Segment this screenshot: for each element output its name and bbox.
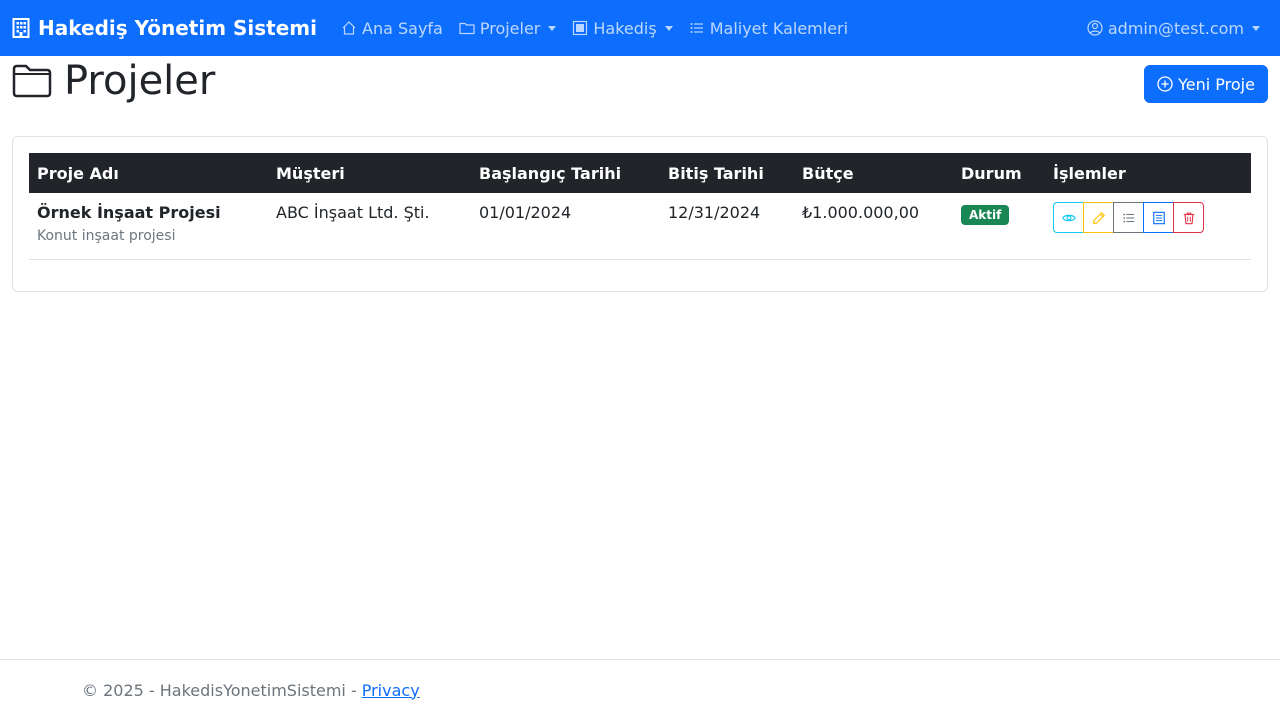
header-start-date: Başlangıç Tarihi [479,163,622,183]
cell-actions [1045,193,1251,259]
chevron-down-icon [548,25,557,31]
chevron-down-icon [1252,25,1260,31]
nav-cost-items-label: Maliyet Kalemleri [709,18,849,38]
project-description: Konut inşaat projesi [37,228,176,244]
nav-hakedis[interactable]: Hakediş [564,0,680,56]
project-name: Örnek İnşaat Projesi [37,203,221,222]
plus-circle-icon [1157,76,1173,92]
receipt-icon [573,20,588,36]
cell-customer: ABC İnşaat Ltd. Şti. [276,203,430,222]
nav-cost-items[interactable]: Maliyet Kalemleri [681,0,856,56]
header-end-date: Bitiş Tarihi [668,163,764,183]
chevron-down-icon [664,25,673,31]
header-customer: Müşteri [276,163,345,183]
navbar: Hakediş Yönetim Sistemi Ana Sayfa Projel… [0,0,1280,56]
header-budget: Bütçe [802,163,854,183]
header-project-name: Proje Adı [37,163,119,183]
view-button[interactable] [1053,202,1084,233]
list-icon [690,23,703,33]
cost-items-button[interactable] [1113,202,1144,233]
house-icon [342,21,356,35]
projects-table: Proje Adı Müşteri Başlangıç Tarihi Bitiş… [29,153,1251,260]
brand-link[interactable]: Hakediş Yönetim Sistemi [12,16,317,40]
projects-card: Proje Adı Müşteri Başlangıç Tarihi Bitiş… [12,136,1268,292]
header-status: Durum [961,163,1022,183]
list-icon [1122,213,1134,222]
person-circle-icon [1087,20,1103,36]
cell-status: Aktif [953,193,1045,259]
cell-start-date: 01/01/2024 [479,203,572,222]
user-menu[interactable]: admin@test.com [1079,0,1268,56]
eye-icon [1061,214,1076,221]
footer: © 2025 - HakedisYonetimSistemi - Privacy [0,659,1280,720]
cell-project: Örnek İnşaat Projesi Konut inşaat projes… [29,193,268,259]
edit-button[interactable] [1083,202,1114,233]
action-buttons [1053,202,1243,233]
trash-icon [1183,212,1194,224]
building-icon [12,18,30,38]
header-actions: İşlemler [1053,163,1126,183]
new-project-label: Yeni Proje [1178,74,1255,94]
nav-projects[interactable]: Projeler [451,0,565,56]
nav-hakedis-label: Hakediş [593,18,657,38]
nav-projects-label: Projeler [479,18,541,38]
status-badge: Aktif [961,205,1010,225]
page-title-text: Projeler [64,58,216,104]
hakedis-button[interactable] [1143,202,1174,233]
cell-budget: ₺1.000.000,00 [802,203,920,222]
table-header-row: Proje Adı Müşteri Başlangıç Tarihi Bitiş… [29,153,1251,193]
nav-home[interactable]: Ana Sayfa [333,0,451,56]
nav-home-label: Ana Sayfa [362,18,443,38]
table-row: Örnek İnşaat Projesi Konut inşaat projes… [29,193,1251,259]
pencil-icon [1092,211,1105,224]
page-title: Projeler [12,56,215,106]
folder-icon [459,22,475,35]
footer-copyright: © 2025 - HakedisYonetimSistemi - [82,680,357,700]
receipt-icon [1152,211,1165,224]
privacy-link[interactable]: Privacy [362,681,420,700]
folder-icon [12,64,52,98]
new-project-button[interactable]: Yeni Proje [1144,65,1268,103]
brand-title: Hakediş Yönetim Sistemi [38,16,317,40]
delete-button[interactable] [1173,202,1204,233]
user-email: admin@test.com [1107,18,1244,38]
cell-end-date: 12/31/2024 [668,203,761,222]
